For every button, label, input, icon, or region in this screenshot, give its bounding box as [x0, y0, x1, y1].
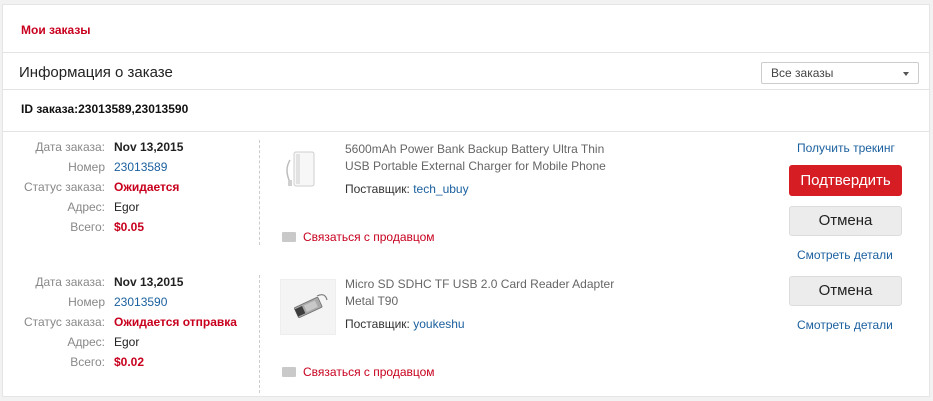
view-details-link[interactable]: Смотреть детали — [797, 318, 893, 332]
order-status-label: Статус заказа: — [23, 180, 105, 194]
order-address-row: Адрес: Egor — [3, 200, 263, 220]
order-status-row: Статус заказа: Ожидается — [3, 180, 263, 200]
supplier-link[interactable]: tech_ubuy — [413, 182, 468, 196]
my-orders-link[interactable]: Мои заказы — [21, 23, 91, 37]
get-tracking-link[interactable]: Получить трекинг — [797, 141, 895, 155]
order-date-value: Nov 13,2015 — [114, 140, 184, 154]
order-status-value: Ожидается отправка — [114, 315, 237, 329]
order-total-label: Всего: — [70, 220, 105, 234]
supplier-row: Поставщик: tech_ubuy — [345, 182, 469, 196]
power-bank-image-graphic — [286, 151, 315, 187]
page-title: Информация о заказе — [19, 64, 173, 81]
order-date-label: Дата заказа: — [35, 275, 105, 289]
order-address-label: Адрес: — [67, 200, 105, 214]
cancel-button[interactable]: Отмена — [789, 276, 902, 306]
order-status-row: Статус заказа: Ожидается отправка — [3, 315, 263, 335]
order-date-row: Дата заказа: Nov 13,2015 — [3, 275, 263, 295]
supplier-link[interactable]: youkeshu — [413, 317, 464, 331]
contact-seller-label: Связаться с продавцом — [303, 230, 435, 244]
order-filter-select[interactable]: Все заказы — [761, 62, 919, 84]
order-address-row: Адрес: Egor — [3, 335, 263, 355]
column-divider — [259, 140, 260, 245]
divider — [3, 52, 929, 53]
chevron-down-icon — [903, 72, 909, 76]
order-number-link[interactable]: 23013590 — [114, 295, 167, 309]
supplier-label: Поставщик: — [345, 182, 410, 196]
order-date-label: Дата заказа: — [35, 140, 105, 154]
order-ids-value: 23013589,23013590 — [78, 102, 189, 116]
order-address-value: Egor — [114, 335, 140, 349]
confirm-button[interactable]: Подтвердить — [789, 165, 902, 196]
order-total-row: Всего: $0.02 — [3, 355, 263, 375]
view-details-link[interactable]: Смотреть детали — [797, 248, 893, 262]
order-number-link[interactable]: 23013589 — [114, 160, 167, 174]
power-bank-image[interactable] — [280, 140, 336, 196]
order-number-row: Номер 23013590 — [3, 295, 263, 315]
order-total-value: $0.05 — [114, 220, 145, 234]
contact-seller-link[interactable]: Связаться с продавцом — [282, 230, 435, 244]
order-total-value: $0.02 — [114, 355, 145, 369]
order-date-value: Nov 13,2015 — [114, 275, 184, 289]
envelope-icon — [282, 232, 296, 242]
divider — [3, 89, 929, 90]
contact-seller-label: Связаться с продавцом — [303, 365, 435, 379]
envelope-icon — [282, 367, 296, 377]
supplier-label: Поставщик: — [345, 317, 410, 331]
product-title[interactable]: Micro SD SDHC TF USB 2.0 Card Reader Ada… — [345, 276, 627, 310]
column-divider — [259, 275, 260, 393]
card-reader-image-graphic — [294, 294, 328, 319]
order-card: Дата заказа: Nov 13,2015 Номер 23013589 … — [3, 132, 931, 265]
product-title[interactable]: 5600mAh Power Bank Backup Battery Ultra … — [345, 141, 627, 175]
supplier-row: Поставщик: youkeshu — [345, 317, 465, 331]
order-ids-label: ID заказа: — [21, 102, 79, 116]
order-ids: ID заказа:23013589,23013590 — [21, 102, 188, 116]
order-card: Дата заказа: Nov 13,2015 Номер 23013590 … — [3, 267, 931, 393]
order-address-value: Egor — [114, 200, 140, 214]
order-address-label: Адрес: — [67, 335, 105, 349]
order-filter-value: Все заказы — [771, 66, 834, 80]
order-status-value: Ожидается — [114, 180, 180, 194]
order-number-row: Номер 23013589 — [3, 160, 263, 180]
contact-seller-link[interactable]: Связаться с продавцом — [282, 365, 435, 379]
card-reader-image[interactable] — [280, 279, 336, 335]
order-total-row: Всего: $0.05 — [3, 220, 263, 240]
cancel-button[interactable]: Отмена — [789, 206, 902, 236]
order-date-row: Дата заказа: Nov 13,2015 — [3, 140, 263, 160]
order-status-label: Статус заказа: — [23, 315, 105, 329]
order-number-label: Номер — [68, 160, 105, 174]
order-total-label: Всего: — [70, 355, 105, 369]
orders-panel: Мои заказы Информация о заказе Все заказ… — [2, 4, 930, 397]
order-number-label: Номер — [68, 295, 105, 309]
